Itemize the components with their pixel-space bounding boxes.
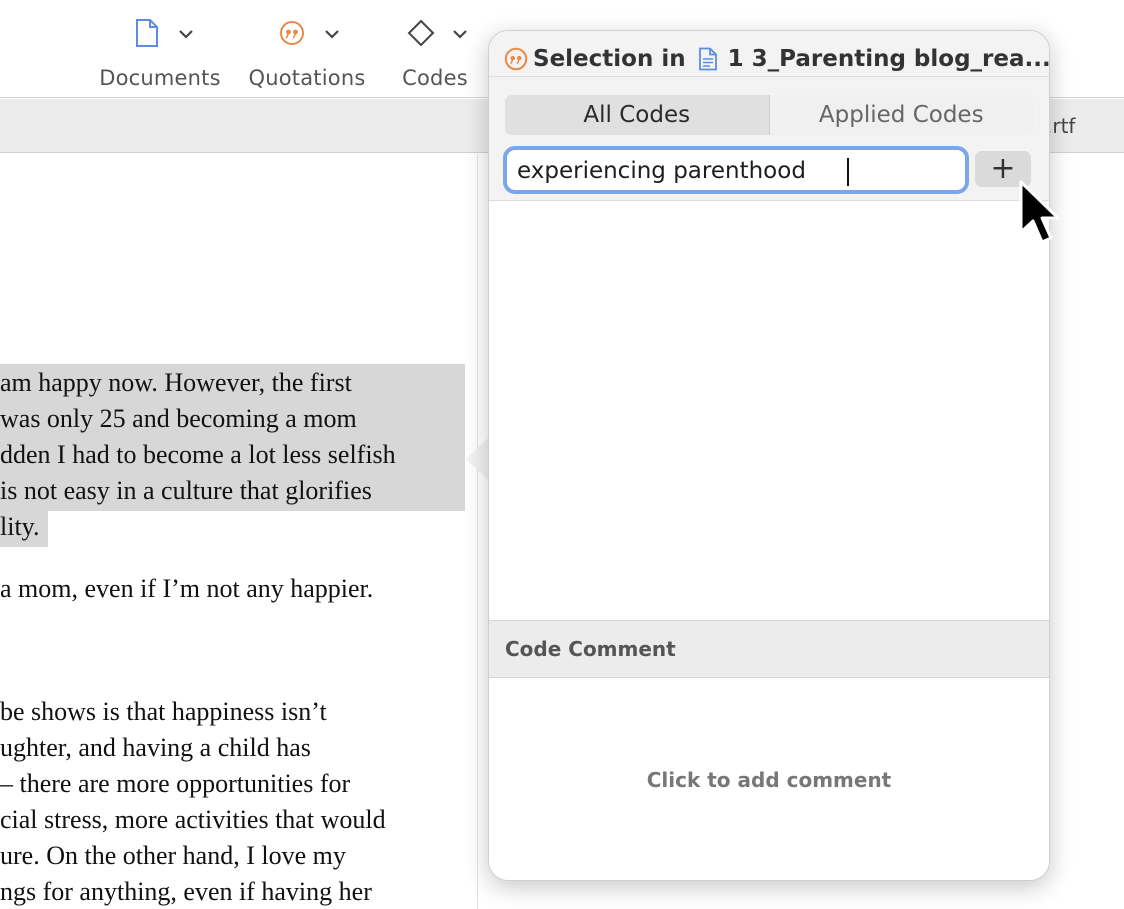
text-line: ughter, and having a child has bbox=[0, 733, 311, 762]
selected-paragraph[interactable]: am happy now. However, the first was onl… bbox=[0, 365, 396, 545]
diamond-icon bbox=[407, 19, 435, 47]
code-search-input[interactable] bbox=[517, 152, 957, 190]
popover-title: Selection in 1 3_Parenting blog_rea... bbox=[503, 43, 1050, 75]
code-comment-area[interactable]: Click to add comment bbox=[489, 678, 1049, 880]
tab-applied-codes[interactable]: Applied Codes bbox=[768, 95, 1033, 135]
documents-label: Documents bbox=[99, 66, 221, 90]
codes-list[interactable] bbox=[489, 202, 1049, 620]
popover-document-name: 1 3_Parenting blog_rea... bbox=[727, 46, 1050, 72]
text-line: is not easy in a culture that glorifies bbox=[0, 476, 372, 505]
popover-title-prefix: Selection in bbox=[533, 46, 686, 72]
text-line: – there are more opportunities for bbox=[0, 769, 351, 798]
text-line: ngs for anything, even if having her bbox=[0, 877, 372, 906]
text-line: be shows is that happiness isn’t bbox=[0, 697, 327, 726]
header-divider bbox=[489, 76, 1049, 77]
text-line: lity. bbox=[0, 512, 40, 541]
text-line: cial stress, more activities that would bbox=[0, 805, 386, 834]
text-line: a mom, even if I’m not any happier. bbox=[0, 574, 374, 603]
document-text-area[interactable]: am happy now. However, the first was onl… bbox=[0, 154, 478, 909]
chevron-down-icon[interactable] bbox=[178, 28, 194, 40]
text-line: ure. On the other hand, I love my bbox=[0, 841, 346, 870]
codes-toolbar-button[interactable]: Codes bbox=[396, 18, 474, 98]
text-caret bbox=[847, 158, 849, 186]
code-search-field[interactable] bbox=[503, 146, 969, 194]
text-line: was only 25 and becoming a mom bbox=[0, 404, 357, 433]
popover-arrow bbox=[466, 437, 489, 481]
document-tab-title[interactable]: .rtf bbox=[1046, 114, 1075, 138]
documents-toolbar-button[interactable]: Documents bbox=[96, 18, 224, 98]
tab-all-codes[interactable]: All Codes bbox=[505, 95, 769, 135]
codes-label: Codes bbox=[402, 66, 468, 90]
quotations-label: Quotations bbox=[248, 66, 366, 90]
arrow-cursor-icon bbox=[1019, 180, 1060, 244]
following-sentence[interactable]: a mom, even if I’m not any happier. bbox=[0, 571, 373, 607]
chevron-down-icon[interactable] bbox=[324, 28, 340, 40]
comment-placeholder: Click to add comment bbox=[646, 768, 892, 792]
code-selection-popover: Selection in 1 3_Parenting blog_rea... A… bbox=[488, 30, 1050, 881]
code-comment-title: Code Comment bbox=[505, 637, 676, 661]
chevron-down-icon[interactable] bbox=[452, 28, 468, 40]
quotation-icon bbox=[280, 21, 304, 45]
text-line: am happy now. However, the first bbox=[0, 368, 352, 397]
codes-filter-segmented-control: All Codes Applied Codes bbox=[505, 95, 1033, 135]
document-icon bbox=[136, 19, 158, 47]
popover-header: Selection in 1 3_Parenting blog_rea... A… bbox=[489, 31, 1049, 201]
text-line: dden I had to become a lot less selfish bbox=[0, 440, 396, 469]
quotation-icon bbox=[504, 47, 528, 71]
document-icon bbox=[698, 47, 717, 71]
quotations-toolbar-button[interactable]: Quotations bbox=[246, 18, 368, 98]
body-paragraph[interactable]: be shows is that happiness isn’t ughter,… bbox=[0, 694, 386, 909]
code-comment-header: Code Comment bbox=[489, 620, 1049, 678]
